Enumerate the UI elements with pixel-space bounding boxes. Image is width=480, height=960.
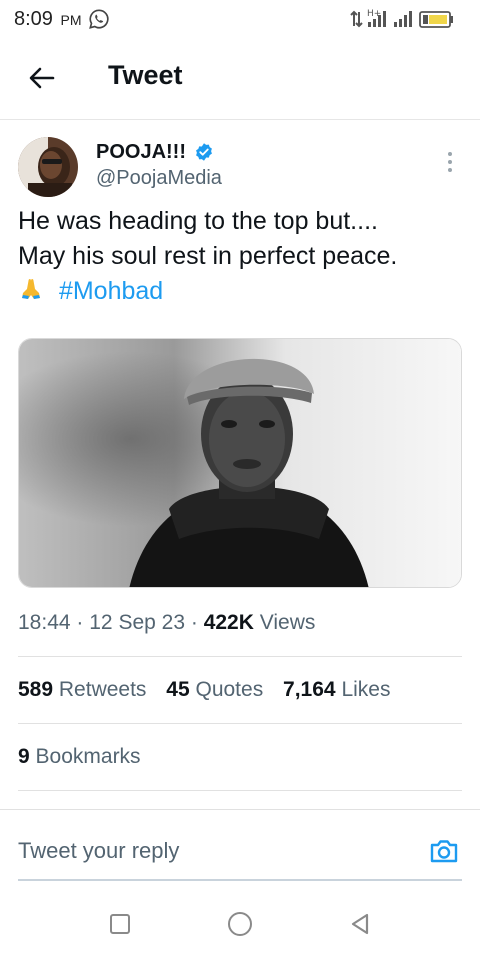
bookmarks-stat[interactable]: 9 Bookmarks [18,745,141,769]
likes-label: Likes [341,678,391,701]
tweet-timestamp-views: 18:44 · 12 Sep 23 · 422K Views [18,611,315,635]
tweet-time: 18:44 [18,611,71,634]
reply-input[interactable]: Tweet your reply [18,838,179,864]
status-bar: 8:09 PM H+ [0,0,480,40]
status-indicators-icon: H+ [350,9,453,28]
tweet-date: 12 Sep 23 [89,611,186,634]
engagement-stats: 589 Retweets 45 Quotes 7,164 Likes [18,678,404,702]
divider [18,656,462,657]
avatar-image [18,137,78,197]
separator: · [76,611,84,634]
more-options-icon[interactable] [440,150,460,174]
avatar[interactable] [18,137,78,197]
tweet-text-line-2: May his soul rest in perfect peace. [18,242,398,270]
reply-input-underline [18,879,462,881]
folded-hands-icon [22,279,40,299]
home-button[interactable] [228,912,252,936]
tweet-text-line-1: He was heading to the top but.... [18,207,378,235]
status-time: 8:09 PM [14,8,82,31]
photo-portrait [19,339,461,587]
quotes-stat[interactable]: 45 Quotes [166,678,269,701]
whatsapp-icon [89,9,109,29]
retweets-count: 589 [18,678,54,701]
likes-count: 7,164 [283,678,336,701]
top-app-bar: Tweet [0,40,480,120]
retweets-stat[interactable]: 589 Retweets [18,678,152,701]
views-label: Views [259,611,316,634]
verified-badge-icon [196,143,212,161]
divider [18,790,462,791]
likes-stat[interactable]: 7,164 Likes [283,678,390,701]
tweet-text-line-3: #Mohbad [18,274,468,309]
author-name[interactable]: POOJA!!! [96,141,186,164]
author-handle[interactable]: @PoojaMedia [96,167,222,190]
page-title: Tweet [108,60,183,90]
quotes-count: 45 [166,678,190,701]
divider [18,723,462,724]
separator: · [190,611,198,634]
bookmarks-count: 9 [18,745,30,768]
hashtag-link[interactable]: #Mohbad [59,277,163,305]
reply-bar-border [0,809,480,810]
quotes-label: Quotes [195,678,264,701]
status-time-ampm: PM [60,12,82,28]
camera-icon[interactable] [428,835,460,867]
retweets-label: Retweets [58,678,147,701]
status-time-value: 8:09 [14,8,53,30]
recent-apps-button[interactable] [110,914,130,934]
tweet-text: He was heading to the top but.... May hi… [18,204,468,309]
tweet-media-image[interactable] [18,338,462,588]
views-count: 422K [203,611,254,634]
back-arrow-icon[interactable] [26,62,58,94]
bookmarks-label: Bookmarks [35,745,141,768]
nav-back-icon[interactable] [348,912,372,936]
